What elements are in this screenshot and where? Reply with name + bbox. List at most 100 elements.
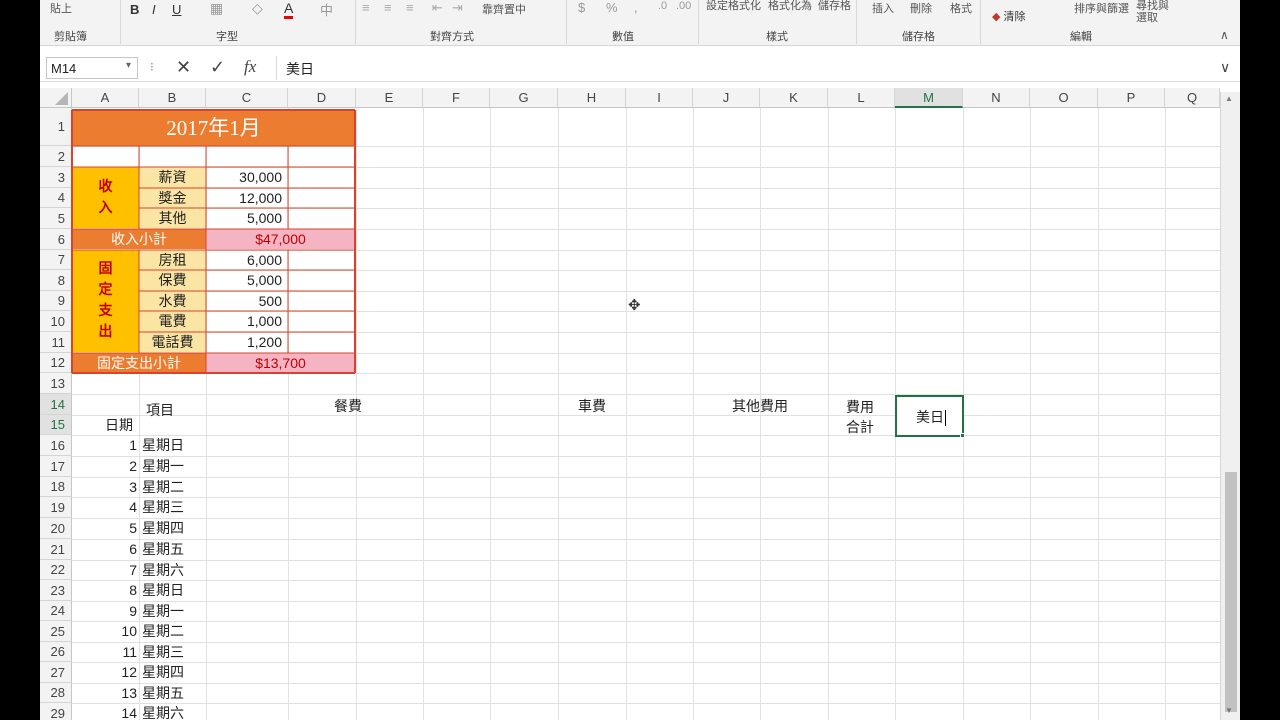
row-header-8[interactable]: 8 xyxy=(40,270,72,291)
gridline-vertical xyxy=(828,108,829,720)
row-header-21[interactable]: 21 xyxy=(40,539,72,560)
format-as-table-button[interactable]: 格式化為 xyxy=(768,0,818,12)
decrease-indent-icon[interactable]: ⇤ xyxy=(432,0,443,16)
gridline-horizontal xyxy=(72,497,1220,498)
row-header-16[interactable]: 16 xyxy=(40,435,72,456)
day-weekday: 星期五 xyxy=(142,685,184,701)
row-header-14[interactable]: 14 xyxy=(40,394,72,415)
row-header-28[interactable]: 28 xyxy=(40,683,72,703)
row-header-10[interactable]: 10 xyxy=(40,311,72,332)
clear-button[interactable]: ◆ 清除 xyxy=(992,8,1026,24)
cell-styles-button[interactable]: 儲存格 xyxy=(818,0,858,12)
day-weekday: 星期一 xyxy=(142,603,184,619)
row-header-5[interactable]: 5 xyxy=(40,208,72,229)
row-header-29[interactable]: 29 xyxy=(40,703,72,720)
sort-filter-button[interactable]: 排序與篩選 xyxy=(1074,0,1129,16)
increase-decimal-icon[interactable]: .0 xyxy=(658,0,667,12)
currency-button[interactable]: $ xyxy=(578,0,585,15)
active-cell-edit-text[interactable]: 美日 xyxy=(916,407,944,427)
column-header-o[interactable]: O xyxy=(1030,88,1098,108)
scrollbar-thumb[interactable] xyxy=(1225,472,1237,712)
column-header-n[interactable]: N xyxy=(963,88,1030,108)
paste-button[interactable]: 貼上 xyxy=(50,0,72,16)
column-header-j[interactable]: J xyxy=(693,88,760,108)
column-header-l[interactable]: L xyxy=(828,88,895,108)
fill-color-icon[interactable]: ◇ xyxy=(252,0,263,17)
format-button[interactable]: 格式 xyxy=(950,0,972,16)
scroll-up-icon[interactable]: ▲ xyxy=(1225,94,1233,103)
comma-icon[interactable]: , xyxy=(634,0,638,15)
row-header-22[interactable]: 22 xyxy=(40,560,72,580)
row-header-3[interactable]: 3 xyxy=(40,167,72,188)
row-header-26[interactable]: 26 xyxy=(40,642,72,662)
row-header-4[interactable]: 4 xyxy=(40,188,72,208)
column-header-d[interactable]: D xyxy=(288,88,356,108)
underline-button[interactable]: U xyxy=(172,2,181,17)
select-all-corner[interactable] xyxy=(40,88,72,108)
increase-indent-icon[interactable]: ⇥ xyxy=(452,0,463,16)
gridline-horizontal xyxy=(72,373,1220,374)
italic-button[interactable]: I xyxy=(152,2,156,17)
name-box-dropdown-icon[interactable]: ▾ xyxy=(126,60,131,71)
find-select-button[interactable]: 尋找與選取 xyxy=(1136,0,1176,24)
row-header-15[interactable]: 15 xyxy=(40,415,72,435)
align-center-icon[interactable]: ≡ xyxy=(384,0,392,15)
cancel-button[interactable]: ✕ xyxy=(176,57,191,78)
column-header-e[interactable]: E xyxy=(356,88,423,108)
decrease-decimal-icon[interactable]: .00 xyxy=(676,0,691,12)
column-header-c[interactable]: C xyxy=(206,88,288,108)
gridline-horizontal xyxy=(72,642,1220,643)
percent-button[interactable]: % xyxy=(606,0,618,15)
column-header-a[interactable]: A xyxy=(72,88,139,108)
row-header-24[interactable]: 24 xyxy=(40,601,72,621)
fill-handle[interactable] xyxy=(960,433,965,438)
ribbon-separator xyxy=(980,0,981,44)
row-header-6[interactable]: 6 xyxy=(40,229,72,250)
row-header-17[interactable]: 17 xyxy=(40,456,72,477)
column-header-q[interactable]: Q xyxy=(1165,88,1220,108)
column-header-f[interactable]: F xyxy=(423,88,490,108)
delete-button[interactable]: 刪除 xyxy=(910,0,932,16)
row-header-20[interactable]: 20 xyxy=(40,518,72,539)
formula-input[interactable]: 美日 xyxy=(286,59,314,79)
column-header-h[interactable]: H xyxy=(558,88,626,108)
collapse-ribbon-icon[interactable]: ∧ xyxy=(1220,28,1229,42)
phonetic-icon[interactable]: 中 xyxy=(320,0,333,19)
row-header-23[interactable]: 23 xyxy=(40,580,72,601)
vertical-scrollbar[interactable]: ▲ ▼ xyxy=(1220,92,1240,720)
expand-formula-bar-icon[interactable]: ∨ xyxy=(1220,59,1230,76)
fixed-item: 保費 xyxy=(158,272,187,288)
row-header-11[interactable]: 11 xyxy=(40,332,72,353)
gridline-vertical xyxy=(288,108,289,720)
column-header-p[interactable]: P xyxy=(1098,88,1165,108)
column-header-k[interactable]: K xyxy=(760,88,828,108)
row-header-1[interactable]: 1 xyxy=(40,108,72,146)
row-header-9[interactable]: 9 xyxy=(40,291,72,311)
column-header-g[interactable]: G xyxy=(490,88,558,108)
conditional-format-button[interactable]: 設定格式化 xyxy=(706,0,766,12)
borders-icon[interactable]: ▦ xyxy=(210,0,223,17)
enter-button[interactable]: ✓ xyxy=(210,57,225,78)
insert-button[interactable]: 插入 xyxy=(872,0,894,16)
row-header-2[interactable]: 2 xyxy=(40,146,72,167)
formula-bar-handle-icon[interactable]: ⁝ xyxy=(150,60,154,74)
column-header-b[interactable]: B xyxy=(139,88,206,108)
align-left-icon[interactable]: ≡ xyxy=(362,0,370,15)
scroll-down-icon[interactable]: ▼ xyxy=(1225,706,1233,715)
bold-button[interactable]: B xyxy=(130,2,139,17)
row-header-19[interactable]: 19 xyxy=(40,497,72,518)
row-header-7[interactable]: 7 xyxy=(40,250,72,270)
gridline-horizontal xyxy=(72,415,1220,416)
row-header-25[interactable]: 25 xyxy=(40,621,72,642)
align-right-icon[interactable]: ≡ xyxy=(406,0,414,15)
name-box[interactable]: M14 xyxy=(46,57,138,79)
merge-center-button[interactable]: 靠齊置中 xyxy=(482,1,526,17)
row-header-27[interactable]: 27 xyxy=(40,662,72,683)
column-header-i[interactable]: I xyxy=(626,88,693,108)
column-header-m[interactable]: M xyxy=(895,88,963,108)
row-header-18[interactable]: 18 xyxy=(40,477,72,497)
row-header-12[interactable]: 12 xyxy=(40,353,72,373)
row-header-13[interactable]: 13 xyxy=(40,373,72,394)
insert-function-button[interactable]: fx xyxy=(244,57,256,77)
font-color-button[interactable]: A xyxy=(284,0,294,19)
